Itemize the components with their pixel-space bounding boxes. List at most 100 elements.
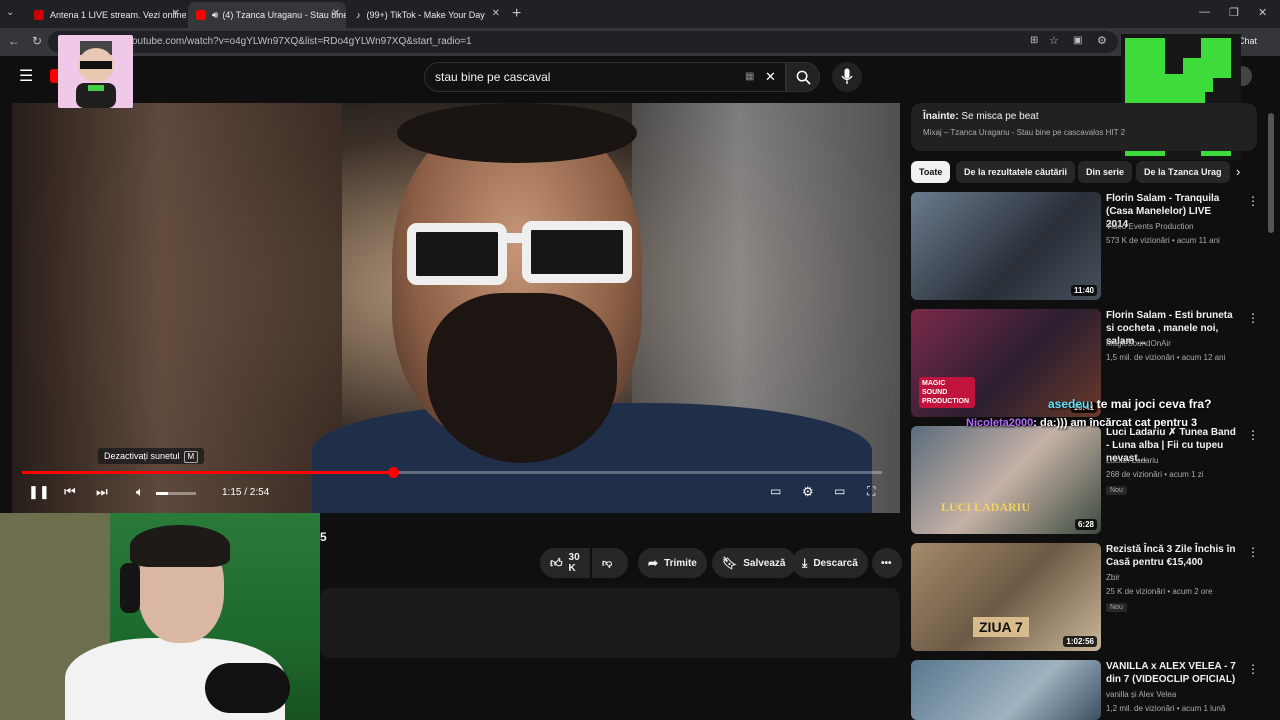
list-item[interactable]: ZIUA 7 1:02:56 Rezistă Încă 3 Zile Închi… [911,543,1259,655]
bookmark-star-icon[interactable]: ☆ [1049,34,1059,47]
chip-series[interactable]: Din serie [1078,161,1133,183]
tab-list-icon[interactable]: ⌄ [6,7,14,18]
pause-icon[interactable]: ❚❚ [28,484,50,500]
theater-mode-icon[interactable]: ▭ [834,484,845,498]
settings-gear-icon[interactable]: ⚙ [802,484,814,500]
more-actions-button[interactable]: ••• [872,548,902,578]
progress-fill [22,471,393,474]
video-channel[interactable]: Lucian Ladariu [1106,456,1158,465]
webcam-microphone [205,663,290,713]
subtitles-icon[interactable]: ▭ [770,484,781,498]
close-icon[interactable]: ✕ [332,8,340,19]
up-next-prefix: Înainte: [923,111,959,122]
like-button[interactable]: 👍︎ 30 K [540,548,590,578]
description-box[interactable] [320,588,900,658]
reload-icon[interactable]: ↻ [32,34,42,48]
video-duration: 1:02:56 [1063,636,1097,647]
youtube-header: ☰ stau bine pe cascaval ▦ ✕ [0,56,1280,102]
more-vertical-icon[interactable]: ⋮ [1247,545,1259,559]
tab-youtube[interactable]: 🔊︎ (4) Tzanca Uraganu - Stau bine ✕ [188,2,346,28]
next-icon[interactable]: ⏭︎ [96,484,108,500]
video-channel[interactable]: vanilla și Alex Velea [1106,690,1176,699]
new-tab-icon[interactable]: + [512,5,521,23]
scrollbar-thumb[interactable] [1268,113,1274,233]
volume-icon[interactable]: 🔈︎ [136,484,144,500]
menu-icon[interactable]: ☰ [19,66,33,86]
new-badge: Nou [1106,486,1127,495]
chips-next-icon[interactable]: › [1236,164,1240,179]
progress-scrubber[interactable] [387,467,399,478]
share-button[interactable]: ➦ Trimite [638,548,707,578]
keyboard-icon[interactable]: ▦ [745,63,754,91]
progress-bar[interactable] [22,467,882,478]
fullscreen-icon[interactable]: ⛶ [867,484,875,499]
speaker-icon[interactable]: 🔊︎ [212,10,218,21]
list-item[interactable]: 11:40 Florin Salam - Tranquila (Casa Man… [911,192,1259,304]
save-label: Salvează [743,557,786,569]
previous-icon[interactable]: ⏮︎ [64,484,76,500]
share-label: Trimite [664,557,697,569]
save-button[interactable]: 🔖︎ Salvează [712,548,796,578]
install-icon[interactable]: ⊞ [1030,35,1038,46]
tab-tiktok[interactable]: ♪ (99+) TikTok - Make Your Day ✕ [348,2,506,28]
video-channel[interactable]: Zbir [1106,573,1120,582]
dislike-button[interactable]: 👎︎ [592,548,628,578]
voice-search-button[interactable] [832,62,862,92]
volume-slider[interactable] [156,492,196,495]
video-channel[interactable]: Video Events Production [1106,222,1193,231]
more-vertical-icon[interactable]: ⋮ [1247,662,1259,676]
search-icon [796,70,811,85]
bookmark-icon: 🔖︎ [722,556,738,570]
tab-label: (4) Tzanca Uraganu - Stau bine [222,10,346,20]
more-vertical-icon[interactable]: ⋮ [1247,311,1259,325]
minimize-icon[interactable]: — [1199,6,1210,18]
maximize-icon[interactable]: ❐ [1229,6,1239,19]
more-vertical-icon[interactable]: ⋮ [1247,194,1259,208]
video-channel[interactable]: MagicSoundOnAir [1106,339,1171,348]
avatar-character-icon [76,41,116,108]
window-close-icon[interactable]: ✕ [1258,6,1267,19]
clear-search-icon[interactable]: ✕ [765,63,776,91]
url-text: outube.com/watch?v=o4gYLWn97XQ&list=RDo4… [132,36,472,47]
close-icon[interactable]: ✕ [172,8,180,19]
chat-username: asedeu [1048,397,1090,411]
search-input[interactable]: stau bine pe cascaval ▦ ✕ [424,62,786,92]
list-item[interactable]: LUCI LADARIU 6:28 Luci Ladariu ✗ Tunea B… [911,426,1259,538]
thumbs-down-icon: 👎︎ [602,558,613,569]
video-thumbnail[interactable]: 11:40 [911,192,1101,300]
video-thumbnail[interactable]: ZIUA 7 1:02:56 [911,543,1101,651]
time-display: 1:15 / 2:54 [222,487,270,498]
video-title[interactable]: Rezistă Încă 3 Zile Închis în Casă pentr… [1106,543,1236,569]
download-button[interactable]: ⤓ Descarcă [792,548,868,578]
youtube-favicon-icon [196,10,206,20]
search-button[interactable] [786,62,820,92]
video-thumbnail[interactable]: LUCI LADARIU 6:28 [911,426,1101,534]
address-bar[interactable]: outube.com/watch?v=o4gYLWn97XQ&list=RDo4… [48,31,1118,53]
video-meta: 268 de vizionări • acum 1 zi [1106,470,1204,479]
tiktok-favicon-icon: ♪ [356,10,361,20]
video-player[interactable]: Dezactivați sunetul M ❚❚ ⏮︎ ⏭︎ 🔈︎ 1:15 / … [12,103,900,513]
video-sunglasses-right [522,221,632,283]
streamer-avatar-overlay [58,35,133,108]
video-title[interactable]: VANILLA x ALEX VELEA - 7 din 7 (VIDEOCLI… [1106,660,1236,686]
tooltip-key: M [183,451,199,463]
more-vertical-icon[interactable]: ⋮ [1247,428,1259,442]
extension-icon[interactable]: ▣ [1073,35,1082,46]
browser-tab-bar: ⌄ Antena 1 LIVE stream. Vezi online ✕ 🔊︎… [0,0,1280,28]
back-icon[interactable]: ← [8,34,20,48]
close-icon[interactable]: ✕ [492,8,500,19]
video-thumbnail[interactable] [911,660,1101,720]
sidebar-scrollbar[interactable] [1268,103,1276,720]
chat-message: asedeu: te mai joci ceva fra? [1048,397,1212,411]
webcam-headset [120,563,140,613]
new-badge: Nou [1106,603,1127,612]
chip-search-results[interactable]: De la rezultatele căutării [956,161,1076,183]
chip-from-artist[interactable]: De la Tzanca Urag [1136,161,1230,183]
puzzle-icon[interactable]: ⚙ [1097,34,1107,47]
chip-all[interactable]: Toate [911,161,951,183]
up-next-card[interactable]: Înainte: Se misca pe beat Mixaj – Tzanca… [911,103,1257,151]
video-meta: 573 K de vizionări • acum 11 ani [1106,236,1220,245]
list-item[interactable]: VANILLA x ALEX VELEA - 7 din 7 (VIDEOCLI… [911,660,1259,720]
tab-antena[interactable]: Antena 1 LIVE stream. Vezi online ✕ [26,2,186,28]
video-title-fragment: 5 [320,530,327,544]
